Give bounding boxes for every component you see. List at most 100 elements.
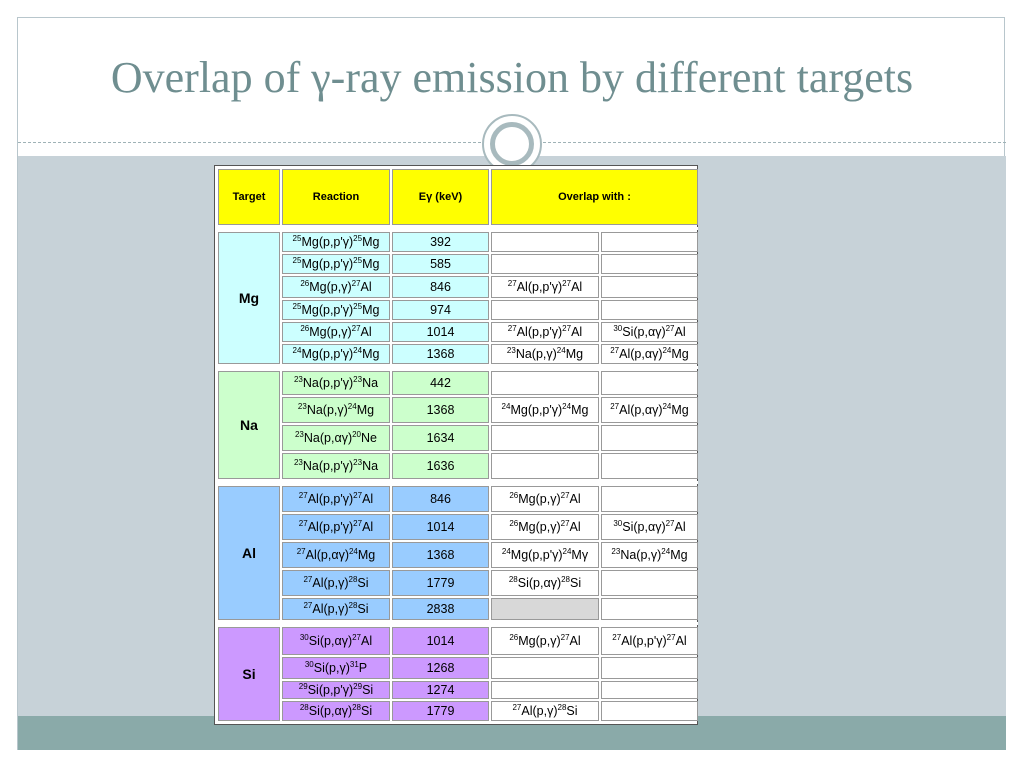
table-row: 27Al(p,p'γ)27Al 1014 26Mg(p,γ)27Al 30Si(p,α… xyxy=(218,514,698,540)
reaction-cell: 26Mg(p,γ)27Al xyxy=(282,276,390,298)
reaction-cell: 25Mg(p,p'γ)25Mg xyxy=(282,232,390,252)
overlap-cell-2: 27Al(p,p'γ)27Al xyxy=(601,627,698,655)
overlap-cell-2 xyxy=(601,657,698,679)
overlap-cell-2 xyxy=(601,598,698,620)
header-energy: Eγ (keV) xyxy=(392,169,489,225)
reaction-cell: 29Si(p,p'γ)29Si xyxy=(282,681,390,699)
energy-cell: 1274 xyxy=(392,681,489,699)
overlap-cell-1: 23Na(p,γ)24Mg xyxy=(491,344,599,364)
overlap-cell-1 xyxy=(491,681,599,699)
reaction-cell: 23Na(p,γ)24Mg xyxy=(282,397,390,423)
slide-title: Overlap of γ-ray emission by different t… xyxy=(110,53,914,102)
overlap-cell-1 xyxy=(491,300,599,320)
overlap-cell-1 xyxy=(491,453,599,479)
energy-cell: 1368 xyxy=(392,542,489,568)
overlap-cell-2 xyxy=(601,681,698,699)
table-row: Al 27Al(p,p'γ)27Al 846 26Mg(p,γ)27Al xyxy=(218,486,698,620)
table-row: 26Mg(p,γ)27Al 846 27Al(p,p'γ)27Al xyxy=(218,276,698,298)
overlap-cell-2: 30Si(p,αγ)27Al xyxy=(601,514,698,540)
overlap-cell-2 xyxy=(601,453,698,479)
overlap-cell-2 xyxy=(601,232,698,252)
table-row: 27Al(p,γ)28Si 2838 xyxy=(218,598,698,620)
overlap-cell-2 xyxy=(601,276,698,298)
target-cell: Na xyxy=(218,371,280,479)
overlap-cell-2: 30Si(p,αγ)27Al xyxy=(601,322,698,342)
reaction-cell: 27Al(p,p'γ)27Al xyxy=(282,514,390,540)
overlap-cell-2: 27Al(p,αγ)24Mg xyxy=(601,397,698,423)
overlap-cell-2 xyxy=(601,701,698,721)
reaction-cell: 23Na(p,p'γ)23Na xyxy=(282,371,390,395)
overlap-cell-2 xyxy=(601,371,698,395)
overlap-cell-1: 27Al(p,γ)28Si xyxy=(491,701,599,721)
overlap-cell-1: 26Mg(p,γ)27Al xyxy=(491,514,599,540)
target-cell: Al xyxy=(218,486,280,620)
overlap-cell-2 xyxy=(601,254,698,274)
energy-cell: 1368 xyxy=(392,397,489,423)
table-row: Si 30Si(p,αγ)27Al 1014 26Mg(p,γ)27Al 27Al(p,… xyxy=(218,627,698,721)
overlap-cell-1 xyxy=(491,371,599,395)
energy-cell: 2838 xyxy=(392,598,489,620)
energy-cell: 442 xyxy=(392,371,489,395)
reaction-cell: 30Si(p,γ)31P xyxy=(282,657,390,679)
overlap-cell-1: 26Mg(p,γ)27Al xyxy=(491,486,599,512)
group-separator xyxy=(218,227,698,230)
group-separator xyxy=(218,366,698,369)
reaction-cell: 27Al(p,αγ)24Mg xyxy=(282,542,390,568)
overlap-cell-2: 27Al(p,αγ)24Mg xyxy=(601,344,698,364)
overlap-cell-1: 28Si(p,αγ)28Si xyxy=(491,570,599,596)
table-row: Mg 25Mg(p,p'γ)25Mg 392 xyxy=(218,232,698,364)
group-separator xyxy=(218,622,698,625)
reaction-cell: 26Mg(p,γ)27Al xyxy=(282,322,390,342)
energy-cell: 846 xyxy=(392,276,489,298)
energy-cell: 1014 xyxy=(392,627,489,655)
overlap-cell-1: 24Mg(p,p'γ)24Mγ xyxy=(491,542,599,568)
overlap-cell-2 xyxy=(601,486,698,512)
table-row: 29Si(p,p'γ)29Si 1274 xyxy=(218,681,698,699)
overlap-cell-1 xyxy=(491,657,599,679)
overlap-cell-1: 24Mg(p,p'γ)24Mg xyxy=(491,397,599,423)
reaction-cell: 25Mg(p,p'γ)25Mg xyxy=(282,254,390,274)
table-row: 26Mg(p,γ)27Al 1014 27Al(p,p'γ)27Al 30Si(p,α… xyxy=(218,322,698,342)
header-reaction: Reaction xyxy=(282,169,390,225)
overlap-cell-1: 27Al(p,p'γ)27Al xyxy=(491,276,599,298)
energy-cell: 1014 xyxy=(392,514,489,540)
table-row: 27Al(p,αγ)24Mg 1368 24Mg(p,p'γ)24Mγ 23Na(p,… xyxy=(218,542,698,568)
overlap-cell-1 xyxy=(491,232,599,252)
table-row: 28Si(p,αγ)28Si 1779 27Al(p,γ)28Si xyxy=(218,701,698,721)
table-row: Na 23Na(p,p'γ)23Na 442 xyxy=(218,371,698,479)
overlap-cell-1 xyxy=(491,598,599,620)
overlap-cell-2 xyxy=(601,570,698,596)
reaction-cell: 23Na(p,p'γ)23Na xyxy=(282,453,390,479)
header-overlap: Overlap with : xyxy=(491,169,698,225)
overlap-table: Target Reaction Eγ (keV) Overlap with : … xyxy=(216,167,700,723)
energy-cell: 1634 xyxy=(392,425,489,451)
target-cell: Mg xyxy=(218,232,280,364)
table-row: 23Na(p,p'γ)23Na 1636 xyxy=(218,453,698,479)
table-row: 23Na(p,αγ)20Ne 1634 xyxy=(218,425,698,451)
overlap-cell-2 xyxy=(601,300,698,320)
table-row: 24Mg(p,p'γ)24Mg 1368 23Na(p,γ)24Mg 27Al(p,α… xyxy=(218,344,698,364)
table-row: 25Mg(p,p'γ)25Mg 585 xyxy=(218,254,698,274)
energy-cell: 1779 xyxy=(392,701,489,721)
energy-cell: 1268 xyxy=(392,657,489,679)
energy-cell: 585 xyxy=(392,254,489,274)
overlap-cell-2: 23Na(p,γ)24Mg xyxy=(601,542,698,568)
reaction-cell: 24Mg(p,p'γ)24Mg xyxy=(282,344,390,364)
energy-cell: 846 xyxy=(392,486,489,512)
target-cell: Si xyxy=(218,627,280,721)
overlap-table-container: Target Reaction Eγ (keV) Overlap with : … xyxy=(214,165,698,725)
energy-cell: 1779 xyxy=(392,570,489,596)
reaction-cell: 25Mg(p,p'γ)25Mg xyxy=(282,300,390,320)
table-row: 27Al(p,γ)28Si 1779 28Si(p,αγ)28Si xyxy=(218,570,698,596)
table-header-row: Target Reaction Eγ (keV) Overlap with : xyxy=(218,169,698,225)
header-target: Target xyxy=(218,169,280,225)
overlap-cell-1 xyxy=(491,425,599,451)
energy-cell: 974 xyxy=(392,300,489,320)
energy-cell: 1636 xyxy=(392,453,489,479)
overlap-cell-1: 26Mg(p,γ)27Al xyxy=(491,627,599,655)
overlap-cell-1: 27Al(p,p'γ)27Al xyxy=(491,322,599,342)
table-row: 30Si(p,γ)31P 1268 xyxy=(218,657,698,679)
table-body: Mg 25Mg(p,p'γ)25Mg 392 25Mg(p,p'γ)25Mg 585 26… xyxy=(218,227,698,721)
table-row: 23Na(p,γ)24Mg 1368 24Mg(p,p'γ)24Mg 27Al(p,α… xyxy=(218,397,698,423)
overlap-cell-1 xyxy=(491,254,599,274)
